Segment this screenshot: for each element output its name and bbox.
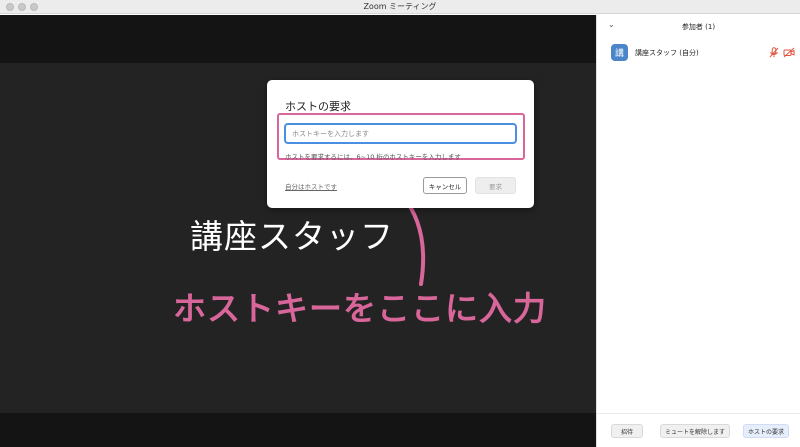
camera-off-icon[interactable] — [783, 47, 795, 58]
title-bar: Zoom ミーティング — [0, 0, 800, 14]
i-am-host-link[interactable]: 自分はホストです — [285, 181, 337, 191]
mic-muted-icon[interactable] — [769, 47, 779, 58]
dialog-title: ホストの要求 — [285, 100, 351, 113]
unmute-button[interactable]: ミュートを解除します — [660, 424, 730, 438]
cancel-button[interactable]: キャンセル — [423, 177, 467, 194]
claim-host-dialog: ホストの要求 ホストを要求するには、6~10 桁のホストキーを入力します 自分は… — [267, 80, 534, 208]
participants-title: 参加者 (1) — [681, 23, 716, 31]
participant-name-overlay: 講座スタッフ — [190, 217, 394, 256]
annotation-text: ホストキーをここに入力 — [173, 289, 547, 328]
window-title: Zoom ミーティング — [363, 2, 437, 11]
participant-name: 講座スタッフ (自分) — [635, 49, 699, 57]
host-key-input[interactable] — [284, 123, 517, 144]
claim-button[interactable]: 要求 — [475, 177, 516, 194]
invite-button[interactable]: 招待 — [611, 424, 643, 438]
participant-row[interactable]: 講 講座スタッフ (自分) — [611, 43, 795, 63]
host-key-hint: ホストを要求するには、6~10 桁のホストキーを入力します — [285, 153, 461, 161]
avatar: 講 — [611, 44, 628, 61]
participants-panel: ⌄ 参加者 (1) 講 講座スタッフ (自分) 招待 ミュートを解除します ホス… — [596, 15, 800, 447]
panel-footer: 招待 ミュートを解除します ホストの要求 — [597, 413, 800, 447]
claim-host-button[interactable]: ホストの要求 — [743, 424, 789, 438]
